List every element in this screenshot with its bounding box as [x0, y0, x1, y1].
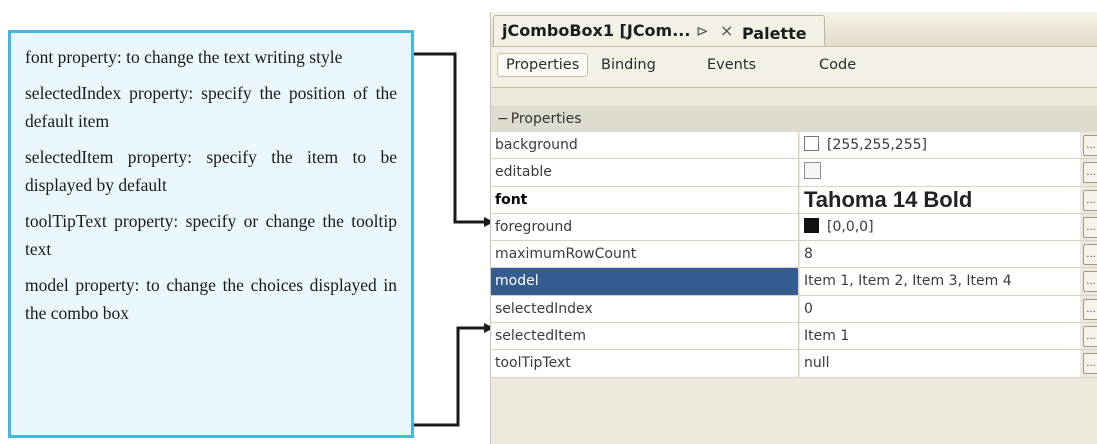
- ellipsis-button[interactable]: ...: [1083, 135, 1097, 156]
- color-swatch-icon: [804, 136, 819, 151]
- ellipsis-button[interactable]: ...: [1083, 326, 1097, 348]
- property-value-text: [0,0,0]: [827, 218, 874, 235]
- property-value[interactable]: null: [800, 350, 1080, 377]
- color-swatch-icon: [804, 217, 819, 233]
- property-value[interactable]: 0: [800, 295, 1080, 323]
- property-row-editable[interactable]: editable ...: [491, 159, 1097, 187]
- tab-events[interactable]: Events: [707, 57, 756, 73]
- collapse-icon[interactable]: −: [497, 111, 509, 127]
- property-name: selectedIndex: [491, 295, 799, 323]
- ellipsis-button[interactable]: ...: [1083, 244, 1097, 266]
- property-value[interactable]: Tahoma 14 Bold: [800, 186, 1080, 213]
- ellipsis-button[interactable]: ...: [1083, 216, 1097, 238]
- arrow-to-font: [414, 52, 494, 227]
- ellipsis-button[interactable]: ...: [1083, 353, 1097, 375]
- property-value[interactable]: [800, 159, 1080, 186]
- property-name: model: [491, 268, 799, 295]
- property-name: maximumRowCount: [491, 241, 799, 268]
- component-tab[interactable]: jComboBox1 [JCom... ⊳ × Palette: [493, 15, 825, 46]
- ellipsis-button[interactable]: ...: [1083, 271, 1097, 293]
- property-value[interactable]: 8: [800, 241, 1080, 268]
- property-value[interactable]: [0,0,0]: [800, 213, 1080, 241]
- property-value-text: [255,255,255]: [827, 137, 927, 153]
- property-row-font[interactable]: font Tahoma 14 Bold ...: [491, 186, 1097, 214]
- arrow-to-model: [414, 323, 494, 427]
- property-name: background: [491, 132, 799, 159]
- ellipsis-button[interactable]: ...: [1083, 189, 1097, 211]
- pin-icon[interactable]: ⊳: [696, 22, 709, 40]
- properties-window: jComboBox1 [JCom... ⊳ × Palette Properti…: [490, 12, 1097, 444]
- palette-tab[interactable]: Palette: [742, 24, 807, 43]
- property-value[interactable]: [255,255,255]: [800, 132, 1080, 159]
- tab-code[interactable]: Code: [819, 57, 856, 73]
- property-row-background[interactable]: background [255,255,255] ...: [491, 132, 1097, 160]
- tab-properties[interactable]: Properties: [497, 53, 589, 77]
- property-value[interactable]: Item 1, Item 2, Item 3, Item 4: [800, 268, 1080, 295]
- property-value[interactable]: Item 1: [800, 323, 1080, 350]
- property-name: font: [491, 186, 799, 213]
- component-tab-title: jComboBox1 [JCom...: [502, 21, 691, 40]
- properties-group-header[interactable]: − Properties: [491, 106, 1097, 132]
- ellipsis-button[interactable]: ...: [1083, 298, 1097, 320]
- property-name: selectedItem: [491, 323, 799, 350]
- group-header-label: Properties: [510, 111, 582, 127]
- ellipsis-button[interactable]: ...: [1083, 162, 1097, 184]
- close-icon[interactable]: ×: [720, 21, 733, 40]
- property-name: toolTipText: [491, 350, 799, 377]
- property-row-selected-item[interactable]: selectedItem Item 1 ...: [491, 323, 1097, 351]
- property-tabs: Properties Binding Events Code: [491, 47, 1097, 88]
- property-table: background [255,255,255] ... editable ..…: [491, 132, 1097, 378]
- property-name: editable: [491, 159, 799, 186]
- property-row-model[interactable]: model Item 1, Item 2, Item 3, Item 4 ...: [491, 268, 1097, 296]
- property-row-selected-index[interactable]: selectedIndex 0 ...: [491, 295, 1097, 324]
- property-row-tooltip-text[interactable]: toolTipText null ...: [491, 350, 1097, 378]
- tab-binding[interactable]: Binding: [601, 57, 656, 73]
- property-name: foreground: [491, 213, 799, 241]
- property-row-foreground[interactable]: foreground [0,0,0] ...: [491, 213, 1097, 242]
- property-row-maximum-row-count[interactable]: maximumRowCount 8 ...: [491, 241, 1097, 269]
- editable-checkbox[interactable]: [804, 162, 821, 180]
- window-titlebar: jComboBox1 [JCom... ⊳ × Palette: [491, 12, 1097, 47]
